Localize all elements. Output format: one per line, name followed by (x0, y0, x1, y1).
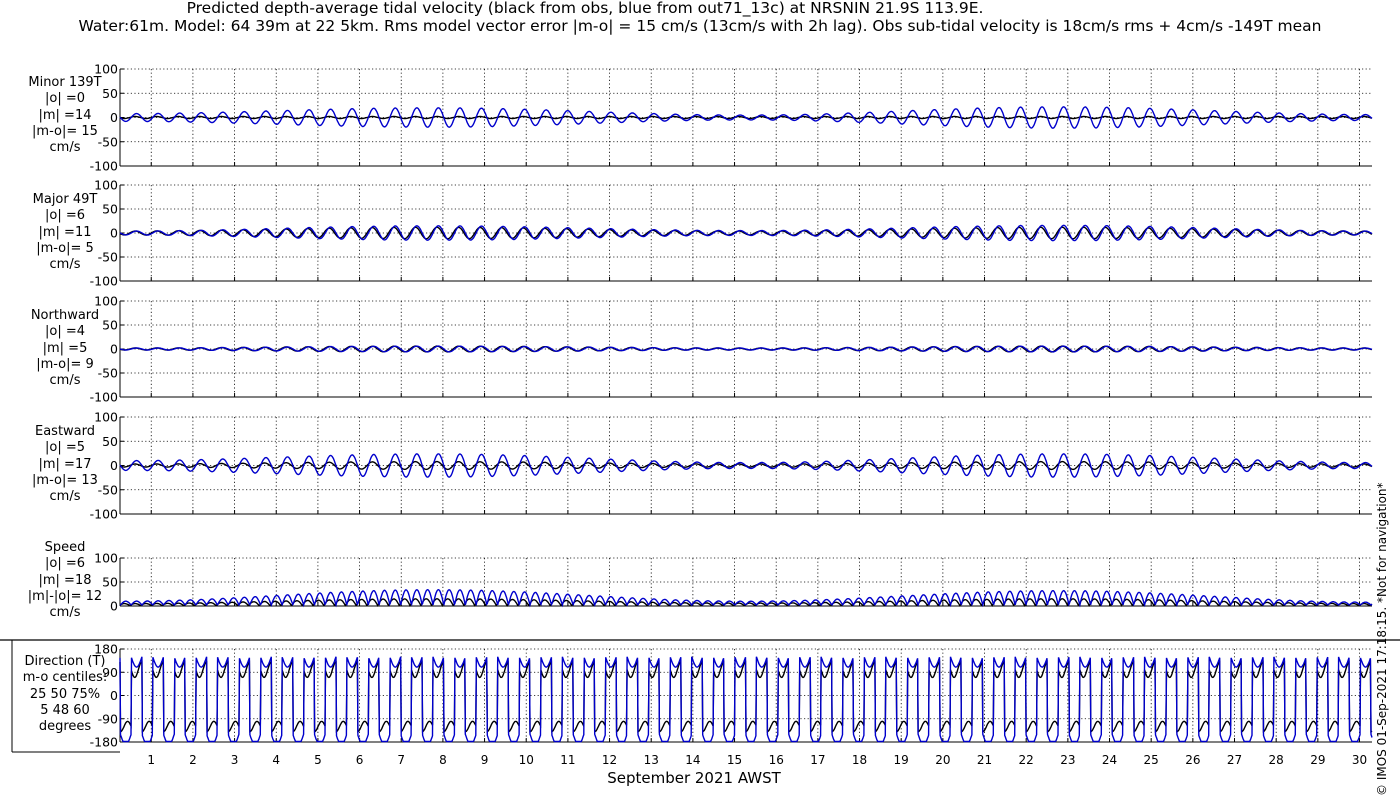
direction-ytick-label-4: -180 (90, 735, 118, 750)
x-tick-label-12: 13 (644, 753, 659, 767)
panel-label-northward: Northward |o| =4 |m| =5 |m-o|= 9 cm/s (30, 308, 100, 389)
x-tick-label-6: 7 (397, 753, 405, 767)
eastward-ytick-label-4: -100 (90, 507, 118, 522)
x-tick-label-19: 20 (935, 753, 950, 767)
tidal-velocity-chart: 100500-50-100100500-50-100100500-50-1001… (0, 62, 1400, 767)
x-tick-label-13: 14 (685, 753, 700, 767)
x-tick-label-27: 28 (1269, 753, 1284, 767)
northward-ytick-label-0: 100 (94, 294, 118, 309)
x-tick-label-26: 27 (1227, 753, 1242, 767)
x-tick-label-18: 19 (894, 753, 909, 767)
x-tick-label-15: 16 (769, 753, 784, 767)
x-tick-label-29: 30 (1352, 753, 1367, 767)
panel-label-minor: Minor 139T |o| =0 |m| =14 |m-o|= 15 cm/s (28, 75, 102, 156)
x-tick-label-21: 22 (1019, 753, 1034, 767)
x-tick-label-3: 4 (272, 753, 280, 767)
x-tick-label-7: 8 (439, 753, 447, 767)
direction-model-line (119, 656, 1373, 743)
x-tick-label-0: 1 (147, 753, 155, 767)
x-tick-label-8: 9 (481, 753, 489, 767)
x-tick-label-10: 11 (560, 753, 575, 767)
x-tick-label-23: 24 (1102, 753, 1117, 767)
x-tick-label-14: 15 (727, 753, 742, 767)
minor-ytick-label-4: -100 (90, 159, 118, 174)
panel-label-major: Major 49T |o| =6 |m| =11 |m-o|= 5 cm/s (32, 192, 98, 273)
x-tick-label-11: 12 (602, 753, 617, 767)
x-tick-label-4: 5 (314, 753, 322, 767)
panel-label-direction: Direction (T) m-o centiles: 25 50 75% 5 48 … (22, 654, 108, 735)
copyright-note: © IMOS 01-Sep-2021 17:18:15. *Not for na… (1375, 482, 1389, 796)
x-tick-label-28: 29 (1310, 753, 1325, 767)
panel-label-eastward: Eastward |o| =5 |m| =17 |m-o|= 13 cm/s (32, 424, 98, 505)
x-tick-label-9: 10 (519, 753, 534, 767)
x-tick-label-16: 17 (810, 753, 825, 767)
x-tick-label-24: 25 (1144, 753, 1159, 767)
x-tick-label-1: 2 (189, 753, 197, 767)
northward-ytick-label-4: -100 (90, 390, 118, 405)
x-tick-label-25: 26 (1185, 753, 1200, 767)
x-tick-label-2: 3 (231, 753, 239, 767)
x-axis-label: September 2021 AWST (607, 769, 781, 787)
x-tick-label-17: 18 (852, 753, 867, 767)
major-ytick-label-0: 100 (94, 178, 118, 193)
major-ytick-label-4: -100 (90, 274, 118, 289)
panel-label-speed: Speed |o| =6 |m| =18 |m|-|o|= 12 cm/s (27, 540, 103, 621)
eastward-ytick-label-0: 100 (94, 410, 118, 425)
x-tick-label-22: 23 (1060, 753, 1075, 767)
x-tick-label-5: 6 (356, 753, 364, 767)
x-tick-label-20: 21 (977, 753, 992, 767)
